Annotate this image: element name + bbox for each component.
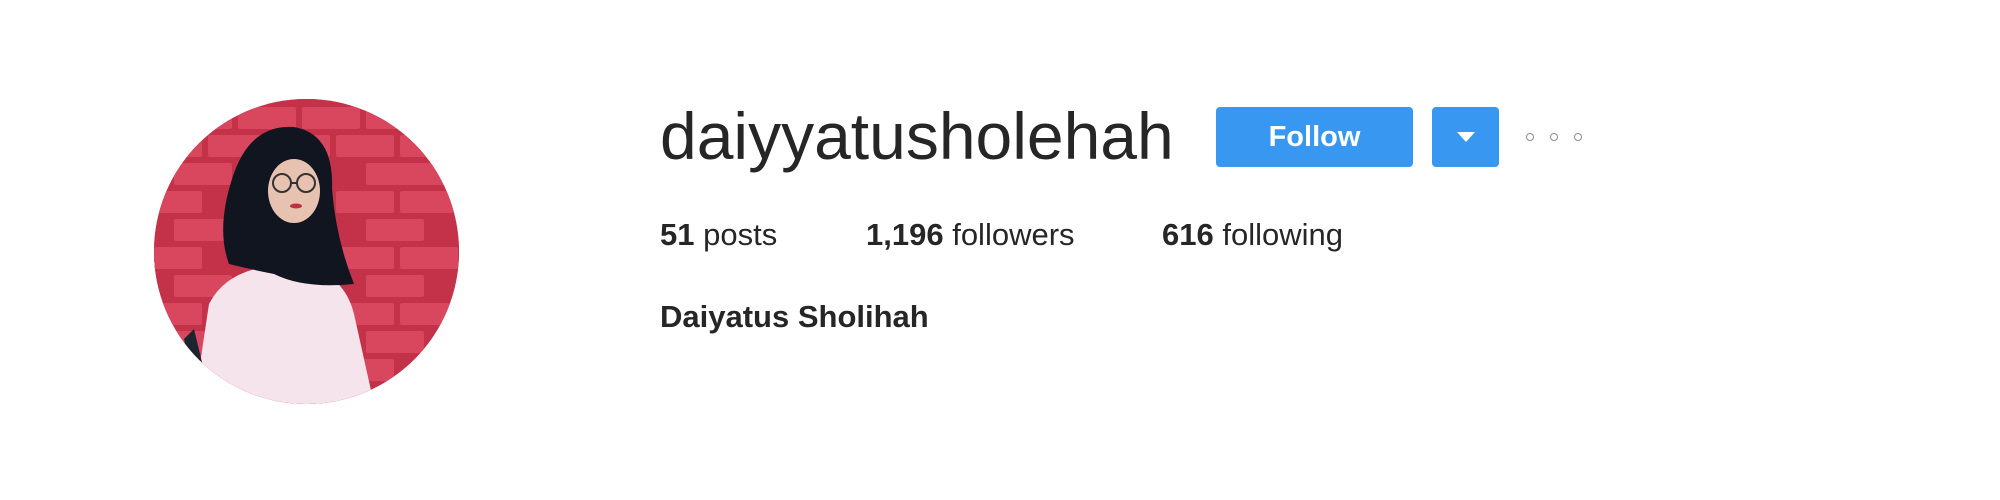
- stat-followers-link[interactable]: 1,196 followers: [866, 213, 1075, 257]
- followers-label: followers: [952, 217, 1075, 252]
- profile-header: daiyyatusholehah Follow 51 posts 1,196 f…: [0, 0, 2000, 500]
- stat-following-link[interactable]: 616 following: [1162, 213, 1343, 257]
- follow-button[interactable]: Follow: [1216, 107, 1413, 167]
- profile-username: daiyyatusholehah: [660, 99, 1174, 173]
- profile-avatar[interactable]: [154, 99, 459, 404]
- followers-count: 1,196: [866, 217, 944, 252]
- following-label: following: [1222, 217, 1343, 252]
- more-options-icon: [1574, 133, 1582, 141]
- more-options-icon: [1526, 133, 1534, 141]
- more-options-button[interactable]: [1526, 122, 1582, 152]
- posts-label: posts: [703, 217, 778, 252]
- caret-down-icon: [1456, 132, 1475, 142]
- following-count: 616: [1162, 217, 1214, 252]
- more-options-icon: [1550, 133, 1558, 141]
- follow-dropdown-button[interactable]: [1432, 107, 1499, 167]
- stat-posts: 51 posts: [660, 213, 777, 257]
- profile-full-name: Daiyatus Sholihah: [660, 299, 929, 334]
- posts-count: 51: [660, 217, 695, 252]
- avatar-photo: [154, 99, 459, 404]
